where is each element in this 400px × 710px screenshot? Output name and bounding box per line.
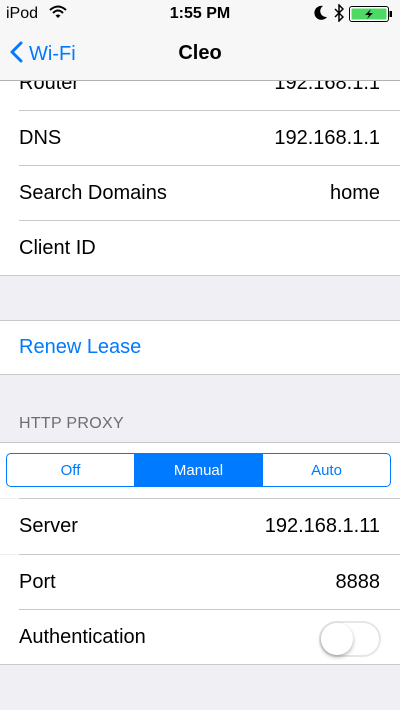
proxy-mode-row: Off Manual Auto [0,443,400,498]
server-label: Server [19,515,78,537]
authentication-row: Authentication [0,610,400,664]
toggle-knob [321,623,353,655]
status-bar: iPod 1:55 PM [0,0,400,30]
divider [0,275,400,276]
bluetooth-icon [334,3,345,27]
client-id-row[interactable]: Client ID [0,221,400,276]
client-id-label: Client ID [19,237,96,259]
dns-label: DNS [19,127,62,149]
dns-row: DNS 192.168.1.1 [0,111,400,166]
proxy-option-manual[interactable]: Manual [134,454,262,486]
battery-icon [349,6,393,27]
search-domains-row: Search Domains home [0,166,400,221]
moon-icon [314,5,328,26]
search-domains-label: Search Domains [19,182,167,204]
page-title: Cleo [178,42,222,64]
proxy-option-off[interactable]: Off [7,454,134,486]
authentication-toggle[interactable] [319,621,381,657]
http-proxy-header: HTTP PROXY [19,415,124,432]
port-label: Port [19,571,56,593]
proxy-option-auto[interactable]: Auto [262,454,390,486]
server-row[interactable]: Server 192.168.1.11 [0,499,400,554]
port-field[interactable]: 8888 [336,571,381,594]
port-row[interactable]: Port 8888 [0,555,400,610]
divider [0,374,400,375]
renew-lease-button[interactable]: Renew Lease [19,336,141,359]
server-field[interactable]: 192.168.1.11 [265,515,380,538]
renew-lease-row[interactable]: Renew Lease [0,321,400,374]
dns-value: 192.168.1.1 [274,127,380,149]
navigation-bar: Wi-Fi Cleo [0,30,400,81]
divider [0,664,400,665]
search-domains-value: home [329,182,380,204]
proxy-mode-segmented-control[interactable]: Off Manual Auto [6,453,391,487]
